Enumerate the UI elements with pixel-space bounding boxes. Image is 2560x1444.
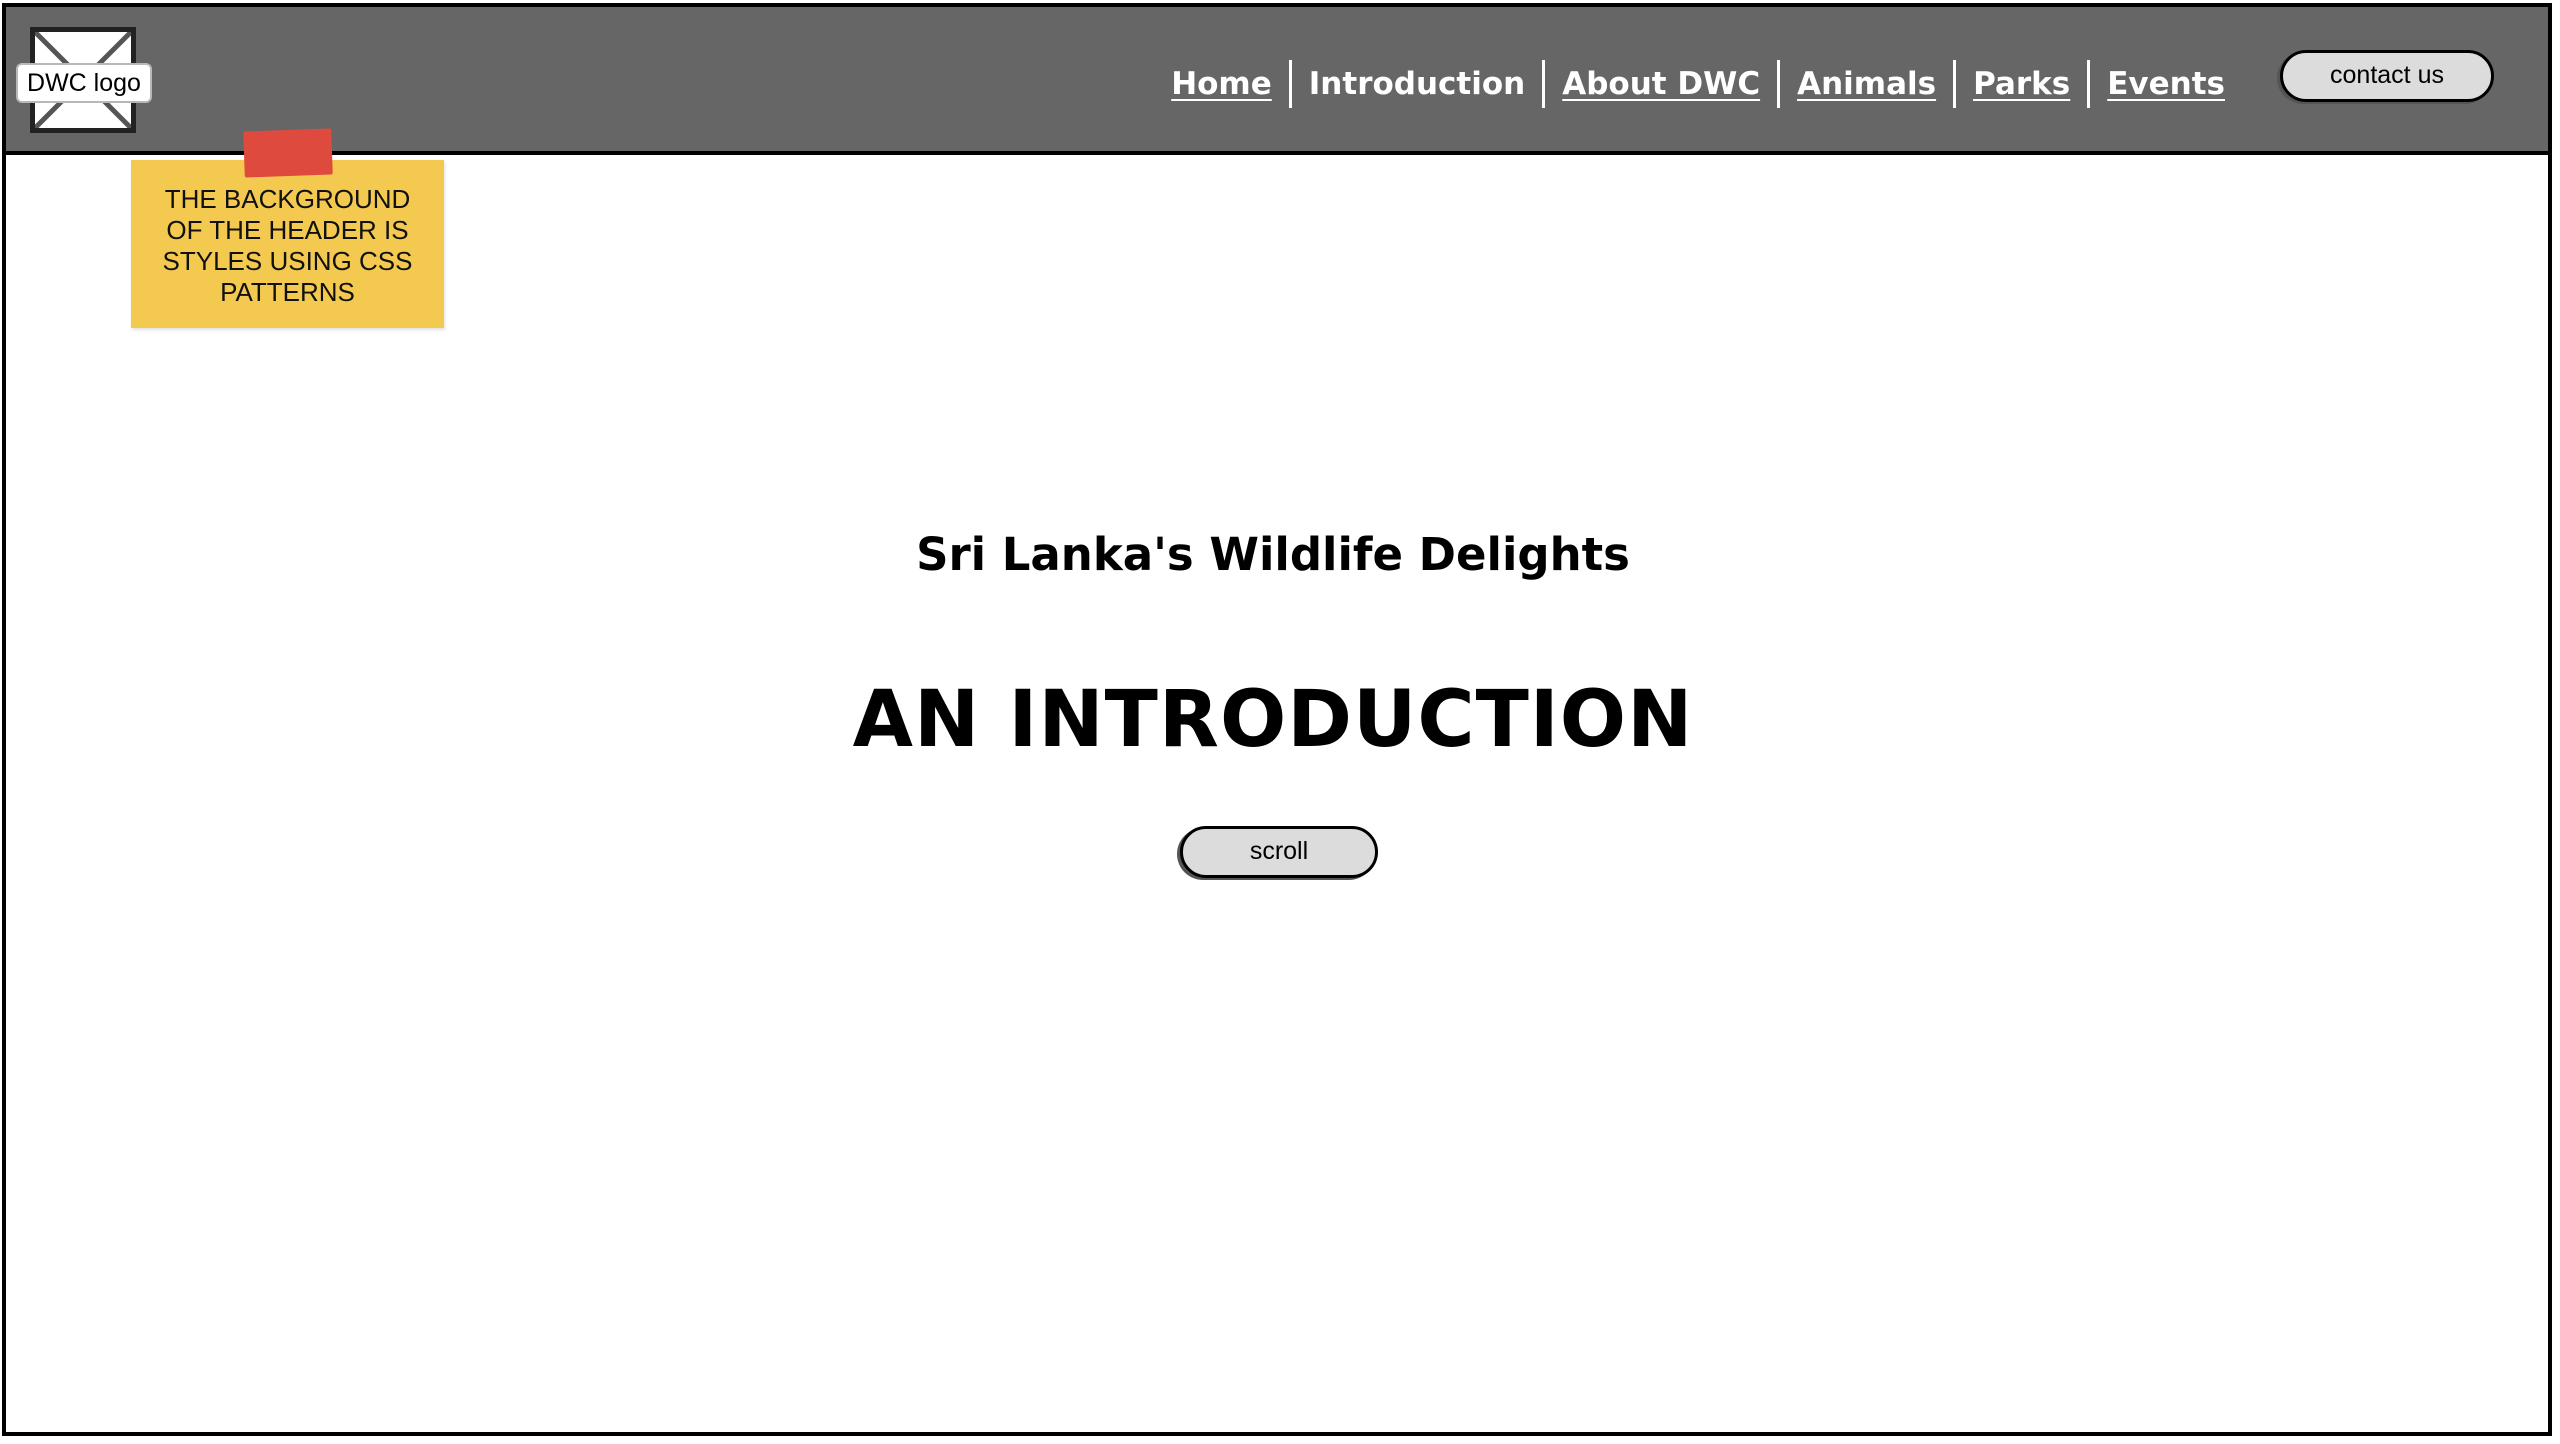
nav-link-animals[interactable]: Animals [1780, 66, 1953, 102]
nav-link-about-dwc[interactable]: About DWC [1545, 66, 1777, 102]
sticky-note: THE BACKGROUND OF THE HEADER IS STYLES U… [131, 160, 444, 328]
hero-title: AN INTRODUCTION [852, 675, 1694, 765]
tape-strip [243, 128, 333, 178]
nav-link-introduction[interactable]: Introduction [1292, 66, 1542, 102]
nav-link-parks[interactable]: Parks [1956, 66, 2087, 102]
scroll-button[interactable]: scroll [1180, 826, 1378, 878]
contact-us-button[interactable]: contact us [2280, 50, 2494, 102]
site-header: DWC logo Home Introduction About DWC Ani… [2, 3, 2552, 155]
main-nav: Home Introduction About DWC Animals Park… [1154, 57, 2242, 111]
logo-label: DWC logo [16, 63, 152, 103]
nav-link-events[interactable]: Events [2090, 66, 2242, 102]
hero-subtitle: Sri Lanka's Wildlife Delights [916, 528, 1630, 581]
nav-link-home[interactable]: Home [1154, 66, 1289, 102]
